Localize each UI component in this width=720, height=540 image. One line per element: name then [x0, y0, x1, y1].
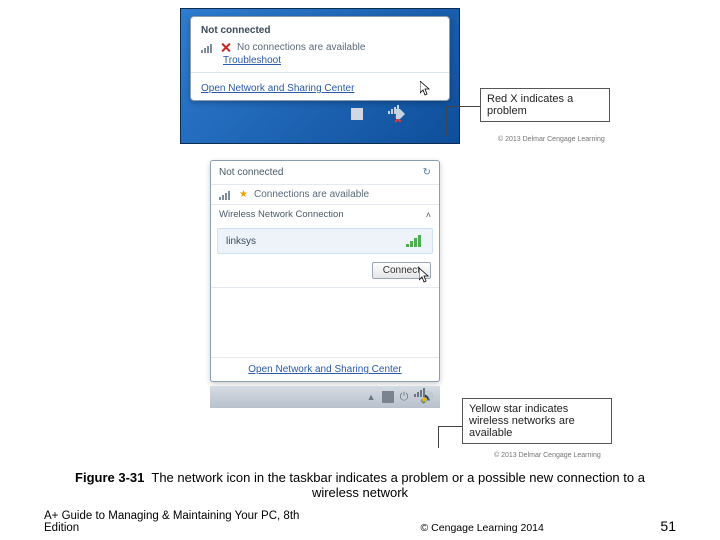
callout-text: Yellow star indicates wireless networks … — [462, 398, 612, 444]
refresh-icon[interactable]: ↻ — [423, 167, 431, 178]
flyout-title: Not connected — [201, 25, 439, 36]
group-label: Wireless Network Connection — [219, 209, 344, 220]
network-flyout: Not connected ↻ ★ Connections are availa… — [210, 160, 440, 382]
separator — [191, 72, 449, 73]
cursor-icon — [420, 81, 432, 97]
network-name: linksys — [226, 236, 256, 247]
group-header[interactable]: Wireless Network Connection ˄ — [211, 205, 439, 224]
status-text: No connections are available — [237, 42, 365, 53]
copyright-small-top: © 2013 Delmar Cengage Learning — [498, 136, 605, 143]
open-network-center-link[interactable]: Open Network and Sharing Center — [201, 83, 354, 94]
page-number: 51 — [660, 518, 676, 534]
signal-bars-icon — [219, 190, 233, 200]
figure-text: The network icon in the taskbar indicate… — [151, 470, 645, 500]
open-network-center-link[interactable]: Open Network and Sharing Center — [248, 364, 401, 375]
footer-copyright: © Cengage Learning 2014 — [421, 522, 544, 534]
red-x-icon — [221, 43, 231, 53]
action-center-icon[interactable] — [382, 391, 394, 403]
speaker-icon[interactable] — [396, 109, 406, 119]
network-flyout: Not connected No connections are availab… — [190, 16, 450, 101]
footer-left: A+ Guide to Managing & Maintaining Your … — [44, 510, 304, 534]
copyright-small-bottom: © 2013 Delmar Cengage Learning — [494, 452, 601, 459]
chevron-up-icon[interactable]: ▲ — [367, 392, 376, 402]
figure-label: Figure 3-31 — [75, 470, 144, 485]
yellow-star-icon: ★ — [239, 190, 248, 200]
yellow-star-icon: ★ — [420, 395, 428, 406]
status-text: Connections are available — [254, 189, 369, 200]
chevron-up-icon: ˄ — [426, 210, 431, 220]
status-row: ★ Connections are available — [211, 184, 439, 205]
action-center-icon[interactable] — [351, 108, 363, 120]
slide-footer: A+ Guide to Managing & Maintaining Your … — [44, 510, 676, 534]
screenshot-top: Not connected No connections are availab… — [180, 8, 460, 127]
screenshot-bottom: Not connected ↻ ★ Connections are availa… — [210, 160, 440, 408]
cursor-icon — [419, 268, 431, 284]
power-icon[interactable]: ⏻ — [400, 391, 409, 404]
wifi-network-item[interactable]: linksys — [217, 228, 433, 254]
callout-text: Red X indicates a problem — [480, 88, 610, 122]
callout-leader-line — [438, 426, 462, 448]
callout-bottom: Yellow star indicates wireless networks … — [462, 398, 612, 444]
flyout-title: Not connected — [219, 167, 284, 178]
taskbar: ▲ ⏻ ★ 🔊 — [210, 386, 440, 408]
status-row: No connections are available — [201, 42, 439, 53]
signal-strength-icon — [406, 235, 424, 247]
troubleshoot-link[interactable]: Troubleshoot — [223, 55, 281, 66]
signal-bars-icon — [201, 43, 215, 53]
callout-leader-line — [446, 106, 480, 136]
empty-list-area — [211, 287, 439, 357]
figure-caption: Figure 3-31 The network icon in the task… — [60, 470, 660, 500]
callout-top: Red X indicates a problem — [480, 88, 610, 122]
